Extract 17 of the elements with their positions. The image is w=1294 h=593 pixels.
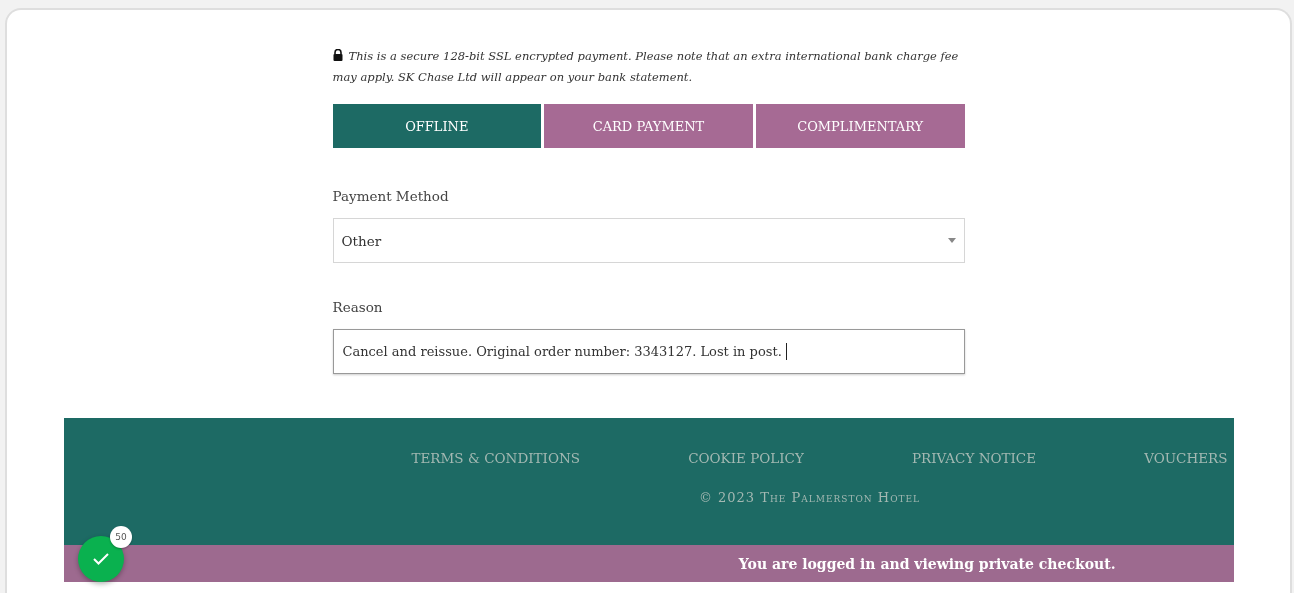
payment-tab[interactable]: OFFLINE	[332, 104, 542, 148]
field-label: Reason	[332, 299, 384, 315]
payment-method-select[interactable]: Other	[332, 218, 965, 263]
field-label: Payment Method	[332, 188, 450, 204]
private-checkout-text: You are logged in and viewing private checkout.	[738, 555, 1116, 572]
payment-tab[interactable]: COMPLIMENTARY	[755, 104, 965, 148]
copyright: © 2023 The Palmerston Hotel	[698, 490, 921, 505]
secure-payment-notice: This is a secure 128-bit SSL encrypted payment. Please note that an extra international bank charge fee may apply. SK Chase Ltd will appear on your bank statement.	[332, 48, 960, 86]
lock-icon	[332, 49, 343, 61]
check-icon	[93, 553, 109, 565]
footer-link[interactable]: COOKIE POLICY	[688, 450, 804, 466]
footer-link[interactable]: TERMS & CONDITIONS	[411, 450, 581, 466]
dropdown-caret-icon	[947, 238, 956, 243]
footer-link[interactable]: PRIVACY NOTICE	[911, 450, 1037, 466]
footer-link[interactable]: VOUCHERS	[1144, 450, 1228, 466]
payment-tab[interactable]: CARD PAYMENT	[544, 104, 753, 148]
reason-input[interactable]: Cancel and reissue. Original order number: 3343127. Lost in post.	[332, 329, 965, 374]
